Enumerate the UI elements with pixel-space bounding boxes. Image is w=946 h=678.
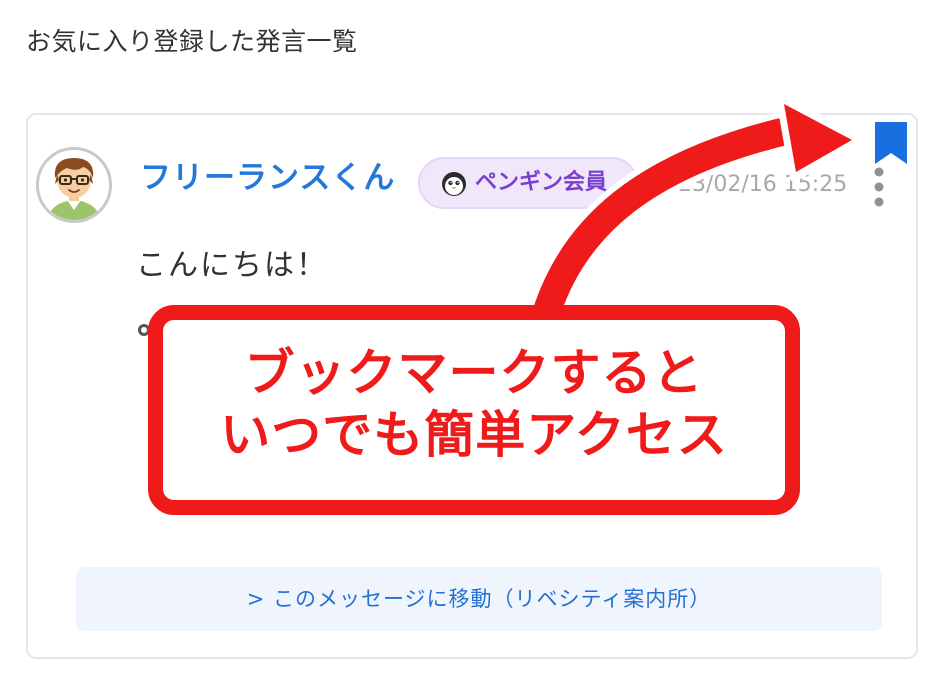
post-timestamp: 2023/02/16 15:25 <box>650 172 848 197</box>
jump-to-message-link[interactable]: > このメッセージに移動（リベシティ案内所） <box>76 567 882 631</box>
bookmark-icon[interactable] <box>872 120 910 166</box>
avatar[interactable] <box>36 147 112 223</box>
callout-line-2: いつでも簡単アクセス <box>220 406 728 464</box>
member-badge: ペンギン会員 <box>418 157 638 209</box>
page-root: お気に入り登録した発言一覧 フリーランスくん ペンギン会員 2023/02/16… <box>0 0 946 678</box>
message-text: こんにちは！ <box>136 248 328 283</box>
penguin-icon <box>442 172 466 196</box>
more-vertical-icon[interactable] <box>870 164 888 214</box>
author-name[interactable]: フリーランスくん <box>140 160 395 197</box>
member-badge-label: ペンギン会員 <box>475 170 608 195</box>
page-title: お気に入り登録した発言一覧 <box>26 27 358 56</box>
callout-box: ブックマークすると いつでも簡単アクセス <box>148 305 800 515</box>
callout-line-1: ブックマークすると <box>244 344 704 402</box>
avatar-illustration <box>39 150 109 220</box>
